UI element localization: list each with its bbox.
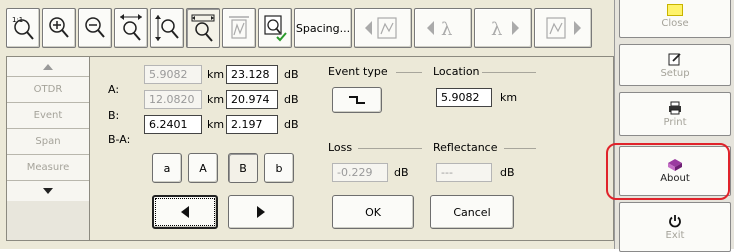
sidebar-scroll-down-button[interactable] [7, 181, 89, 201]
marker-ba-label: B-A: [108, 133, 131, 146]
reflectance-field: --- [436, 163, 492, 182]
marker-b-label: B: [108, 109, 120, 122]
marker-ba-distance: 6.2401 [144, 115, 202, 134]
marker-a-distance: 5.9082 [144, 65, 202, 84]
db-unit-a: dB [284, 68, 299, 81]
previous-event-button[interactable] [354, 8, 412, 48]
print-button[interactable]: Print [619, 92, 731, 136]
zoom-fit-button[interactable]: 1:1 [6, 8, 40, 48]
cancel-button[interactable]: Cancel [430, 195, 514, 229]
sidebar-item-otdr[interactable]: OTDR [7, 77, 89, 103]
power-icon [669, 214, 681, 227]
event-type-divider [396, 72, 422, 73]
arrow-right-icon [257, 206, 265, 218]
next-event-icon [546, 17, 581, 39]
previous-event-icon [365, 17, 397, 39]
zoom-out-button[interactable] [78, 8, 112, 48]
marker-b-level: 20.974 [226, 90, 278, 109]
db-unit-b: dB [284, 93, 299, 106]
close-icon [667, 3, 683, 16]
setup-icon [668, 52, 681, 65]
trace-view-button[interactable] [222, 8, 256, 48]
event-type-label: Event type [328, 65, 388, 78]
marker-b-large-button[interactable]: B [228, 153, 258, 183]
vertical-zoom-icon [155, 15, 179, 41]
horizontal-zoom-button[interactable] [114, 8, 148, 48]
arrow-left-icon [181, 206, 189, 218]
loss-field: -0.229 [332, 163, 388, 182]
zoom-fit-icon: 1:1 [12, 16, 34, 40]
printer-icon [669, 101, 681, 114]
loss-divider [358, 148, 422, 149]
measurement-panel: A: B: B-A: 5.9082 12.0820 6.2401 km km k… [90, 56, 614, 241]
marker-b-distance: 12.0820 [144, 90, 202, 109]
close-label: Close [661, 17, 689, 29]
marker-a-level: 23.128 [226, 65, 278, 84]
svg-text:λ: λ [441, 19, 452, 40]
ok-button[interactable]: OK [332, 195, 414, 229]
horizontal-zoom-icon [120, 14, 142, 41]
loss-unit: dB [394, 166, 409, 179]
arrow-up-icon [43, 63, 53, 70]
move-right-button[interactable] [228, 195, 294, 229]
km-unit-b: km [207, 93, 225, 106]
sidebar-item-event[interactable]: Event [7, 103, 89, 129]
zoom-area-button[interactable] [186, 8, 220, 48]
marker-a-small-button[interactable]: a [152, 153, 182, 183]
location-divider [482, 72, 536, 73]
spacing-button[interactable]: Spacing... [294, 8, 352, 48]
next-wavelength-button[interactable]: λ [474, 8, 532, 48]
km-unit-ba: km [207, 118, 225, 131]
zoom-area-icon [191, 14, 215, 42]
zoom-in-icon [49, 17, 69, 38]
marker-b-small-button[interactable]: b [264, 153, 294, 183]
close-button[interactable]: Close [619, 0, 731, 38]
sidebar-scroll-up-button[interactable] [7, 57, 89, 77]
marker-a-label: A: [108, 83, 120, 96]
sidebar: OTDR Event Span Measure [6, 56, 90, 241]
next-wavelength-icon: λ [491, 19, 519, 40]
vertical-zoom-button[interactable] [150, 8, 184, 48]
marker-ba-level: 2.197 [226, 115, 278, 134]
arrow-down-icon [43, 188, 53, 194]
marker-a-large-button[interactable]: A [188, 153, 218, 183]
previous-wavelength-button[interactable]: λ [414, 8, 472, 48]
exit-button[interactable]: Exit [619, 202, 731, 252]
reflectance-divider [504, 148, 536, 149]
sidebar-item-measure[interactable]: Measure [7, 155, 89, 181]
zoom-out-icon [85, 17, 105, 38]
trace-view-icon [229, 16, 249, 39]
zoom-in-button[interactable] [42, 8, 76, 48]
reflectance-label: Reflectance [433, 141, 498, 154]
event-check-icon [264, 15, 287, 42]
event-check-button[interactable] [258, 8, 292, 48]
location-unit: km [500, 91, 518, 104]
non-reflective-event-icon [349, 96, 365, 104]
next-event-button[interactable] [534, 8, 592, 48]
sidebar-item-span[interactable]: Span [7, 129, 89, 155]
setup-button[interactable]: Setup [619, 44, 731, 86]
setup-label: Setup [660, 67, 690, 79]
previous-wavelength-icon: λ [427, 19, 452, 40]
command-panel: Close Setup Print About Exit [614, 0, 734, 252]
print-label: Print [663, 116, 687, 128]
exit-label: Exit [665, 229, 685, 241]
svg-text:λ: λ [491, 19, 502, 40]
move-left-button[interactable] [152, 195, 218, 229]
about-highlight-annotation [606, 143, 730, 200]
event-type-button[interactable] [332, 87, 382, 113]
km-unit-a: km [207, 68, 225, 81]
db-unit-ba: dB [284, 118, 299, 131]
location-label: Location [433, 65, 480, 78]
loss-label: Loss [328, 141, 353, 154]
toolbar: 1:1 Spacing... λ λ [6, 8, 592, 48]
reflectance-unit: dB [500, 166, 515, 179]
location-input[interactable]: 5.9082 [436, 88, 492, 107]
